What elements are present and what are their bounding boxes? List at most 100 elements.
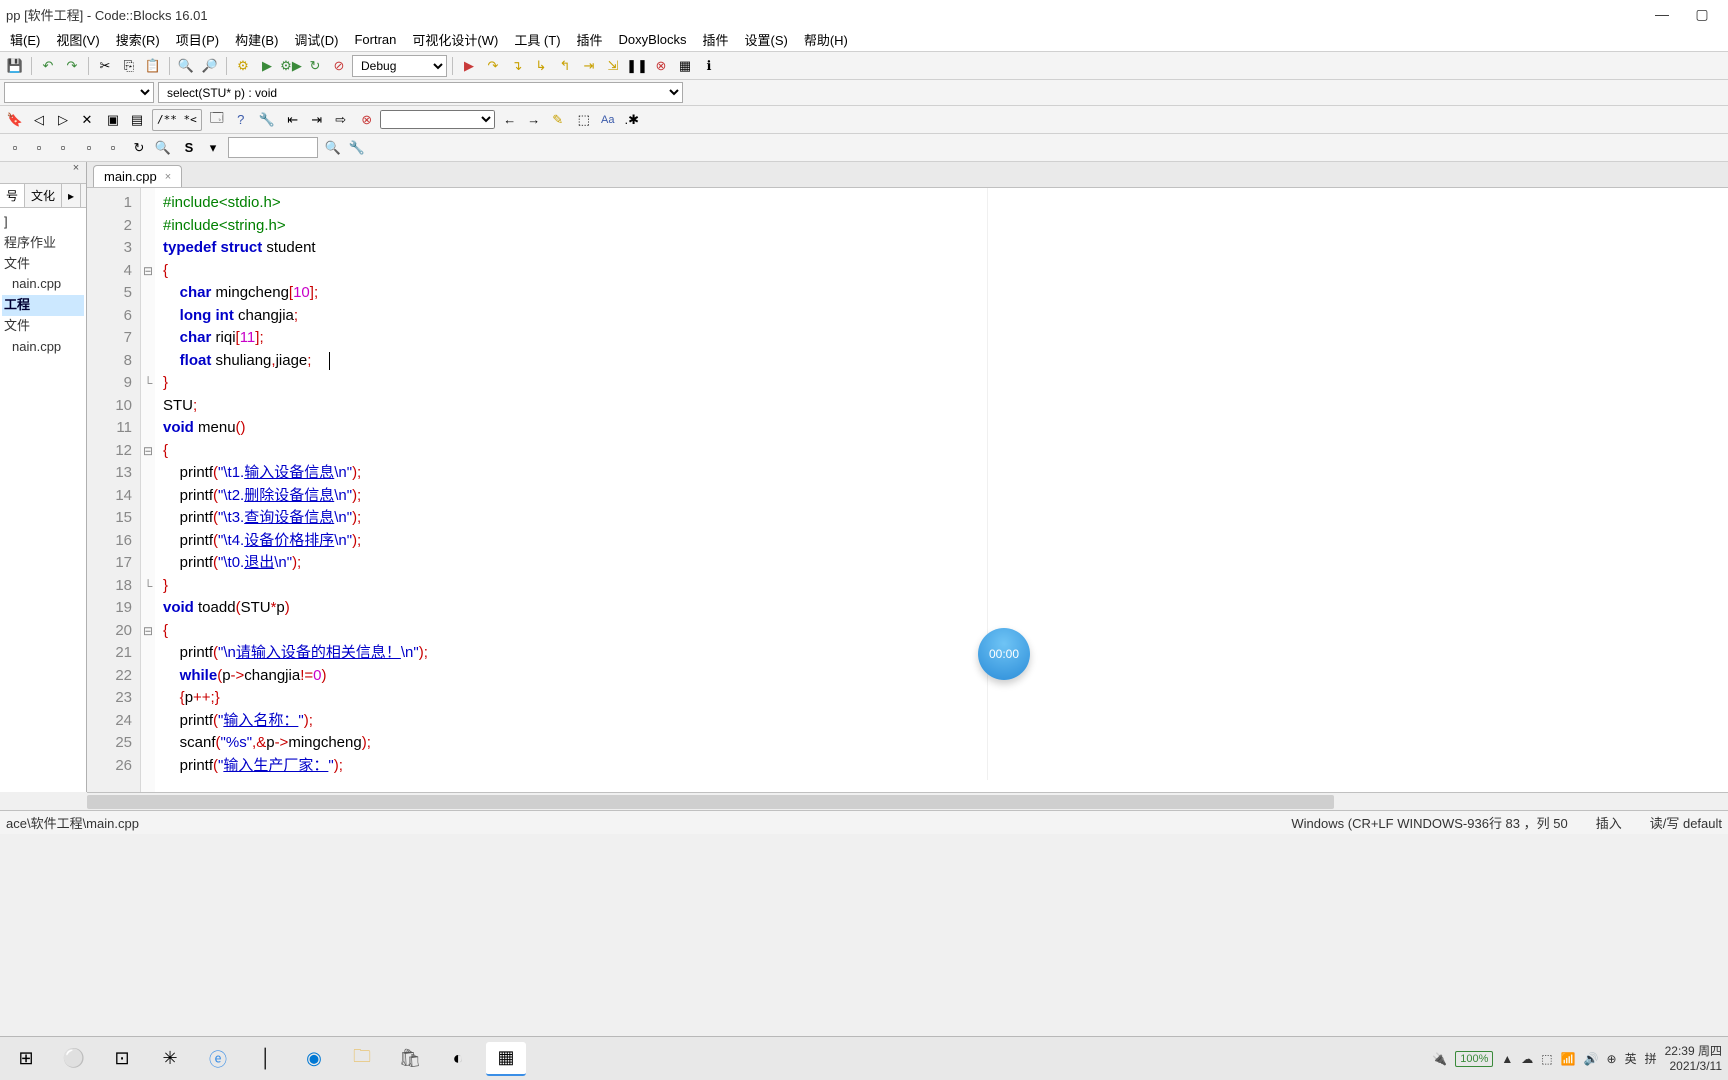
menu-plugins2[interactable]: 插件 [696, 28, 734, 51]
tree-item[interactable]: nain.cpp [2, 274, 84, 295]
next-line-icon[interactable]: ↴ [506, 55, 528, 77]
menu-plugins[interactable]: 插件 [571, 28, 609, 51]
wrench-icon[interactable]: 🔧 [256, 109, 278, 131]
scope-function-select[interactable]: select(STU* p) : void [158, 82, 683, 103]
tray-up-icon[interactable]: ▲ [1501, 1052, 1513, 1066]
store-icon[interactable]: 🛍 [390, 1042, 430, 1076]
menu-debug[interactable]: 调试(D) [288, 28, 344, 51]
tree-item[interactable]: nain.cpp [2, 337, 84, 358]
ime-mode[interactable]: 拼 [1645, 1050, 1657, 1067]
search-button[interactable]: ⚪ [54, 1042, 94, 1076]
build-gear-icon[interactable]: ⚙ [232, 55, 254, 77]
save-icon[interactable]: 💾 [4, 55, 26, 77]
edge-icon[interactable]: ◉ [294, 1042, 334, 1076]
comment-block-button[interactable]: /** *< [152, 109, 202, 131]
nav-fwd-icon[interactable]: ⇥ [306, 109, 328, 131]
minimize-button[interactable]: — [1642, 6, 1682, 22]
menu-edit[interactable]: 辑(E) [4, 28, 46, 51]
tray-unknown-icon[interactable]: ⬚ [1541, 1052, 1552, 1066]
bookmark-prev-icon[interactable]: ◁ [28, 109, 50, 131]
arrow-right-icon[interactable]: → [523, 109, 545, 131]
menu-build[interactable]: 构建(B) [229, 28, 284, 51]
tool-refresh-icon[interactable]: ↻ [128, 137, 150, 159]
obs-icon[interactable]: ✳ [150, 1042, 190, 1076]
step-instr-icon[interactable]: ⇲ [602, 55, 624, 77]
run-icon[interactable]: ▶ [256, 55, 278, 77]
select-text-icon[interactable]: ⬚ [573, 109, 595, 131]
scrollbar-thumb[interactable] [87, 795, 1334, 809]
nav-back-icon[interactable]: ⇤ [282, 109, 304, 131]
sidebar-tab-more[interactable]: ▸ [62, 184, 81, 207]
bookmark-clear-icon[interactable]: ✕ [76, 109, 98, 131]
menu-wxsmith[interactable]: 可视化设计(W) [406, 28, 504, 51]
file-tab-main[interactable]: main.cpp × [93, 165, 182, 187]
menu-project[interactable]: 项目(P) [170, 28, 225, 51]
help-icon[interactable]: ? [230, 109, 252, 131]
ime-lang[interactable]: 英 [1625, 1050, 1637, 1067]
doxy-line-icon[interactable]: ▤ [126, 109, 148, 131]
tray-wifi-icon[interactable]: 📶 [1561, 1052, 1576, 1066]
debug-windows-icon[interactable]: ▦ [674, 55, 696, 77]
paste-icon[interactable]: 📋 [142, 55, 164, 77]
doxy-block-icon[interactable]: ▣ [102, 109, 124, 131]
ext-doc-icon[interactable]: 🗔 [206, 109, 228, 131]
tool-search-icon[interactable]: 🔍 [152, 137, 174, 159]
mini-wrench-icon[interactable]: 🔧 [346, 137, 368, 159]
tree-item[interactable]: 文件 [2, 254, 84, 275]
build-target-select[interactable]: Debug [352, 55, 447, 77]
tool-b-icon[interactable]: ▫ [28, 137, 50, 159]
sidebar-tab-symbols[interactable]: 号 [0, 184, 25, 207]
build-run-icon[interactable]: ⚙▶ [280, 55, 302, 77]
nav-last-icon[interactable]: ⇨ [330, 109, 352, 131]
tool-d-icon[interactable]: ▫ [78, 137, 100, 159]
tool-c-icon[interactable]: ▫ [52, 137, 74, 159]
clock[interactable]: 22:39 周四 2021/3/11 [1665, 1044, 1722, 1073]
menu-search[interactable]: 搜索(R) [110, 28, 166, 51]
copy-icon[interactable]: ⎘ [118, 55, 140, 77]
abort-icon[interactable]: ⊘ [328, 55, 350, 77]
tool-s-icon[interactable]: S [178, 137, 200, 159]
menu-view[interactable]: 视图(V) [50, 28, 105, 51]
redo-icon[interactable]: ↷ [61, 55, 83, 77]
clear-icon[interactable]: ⊗ [356, 109, 378, 131]
menu-doxyblocks[interactable]: DoxyBlocks [613, 30, 693, 49]
next-instr-icon[interactable]: ⇥ [578, 55, 600, 77]
code-area[interactable]: 1234567891011121314151617181920212223242… [87, 188, 1728, 792]
replace-icon[interactable]: 🔎 [199, 55, 221, 77]
tool-e-icon[interactable]: ▫ [102, 137, 124, 159]
tree-item[interactable]: 文件 [2, 316, 84, 337]
fold-column[interactable]: ⊟ └ ⊟ └ ⊟ [141, 188, 155, 792]
step-into-icon[interactable]: ↳ [530, 55, 552, 77]
highlight-icon[interactable]: ✎ [547, 109, 569, 131]
tray-sync-icon[interactable]: ⊕ [1607, 1052, 1617, 1066]
match-case-icon[interactable]: Aa [597, 109, 619, 131]
bookmark-toggle-icon[interactable]: 🔖 [4, 109, 26, 131]
start-button[interactable]: ⊞ [6, 1042, 46, 1076]
explorer-icon[interactable]: 🗀 [342, 1042, 382, 1076]
tool-menu-icon[interactable]: ▾ [202, 137, 224, 159]
stop-icon[interactable]: ⊗ [650, 55, 672, 77]
run-to-cursor-icon[interactable]: ↷ [482, 55, 504, 77]
tool-a-icon[interactable]: ▫ [4, 137, 26, 159]
close-tab-icon[interactable]: × [165, 171, 171, 183]
chrome-icon[interactable]: ◐ [438, 1042, 478, 1076]
tray-onedrive-icon[interactable]: ☁ [1521, 1052, 1533, 1066]
info-icon[interactable]: ℹ [698, 55, 720, 77]
step-out-icon[interactable]: ↰ [554, 55, 576, 77]
debug-run-icon[interactable]: ▶ [458, 55, 480, 77]
sidebar-tab-files[interactable]: 文化 [25, 184, 62, 207]
cut-icon[interactable]: ✂ [94, 55, 116, 77]
menu-fortran[interactable]: Fortran [348, 30, 402, 49]
maximize-button[interactable]: ▢ [1682, 6, 1722, 23]
editor-splitter[interactable] [987, 188, 988, 780]
jump-select[interactable] [380, 110, 495, 129]
codeblocks-icon[interactable]: ▦ [486, 1042, 526, 1076]
bookmark-next-icon[interactable]: ▷ [52, 109, 74, 131]
power-icon[interactable]: 🔌 [1432, 1052, 1447, 1066]
battery-status[interactable]: 100% [1455, 1051, 1493, 1067]
task-view-icon[interactable]: ⊡ [102, 1042, 142, 1076]
scope-left-select[interactable] [4, 82, 154, 103]
mini-search-icon[interactable]: 🔍 [322, 137, 344, 159]
tree-item[interactable]: ] [2, 212, 84, 233]
recorder-overlay[interactable]: 00:00 [978, 628, 1030, 680]
